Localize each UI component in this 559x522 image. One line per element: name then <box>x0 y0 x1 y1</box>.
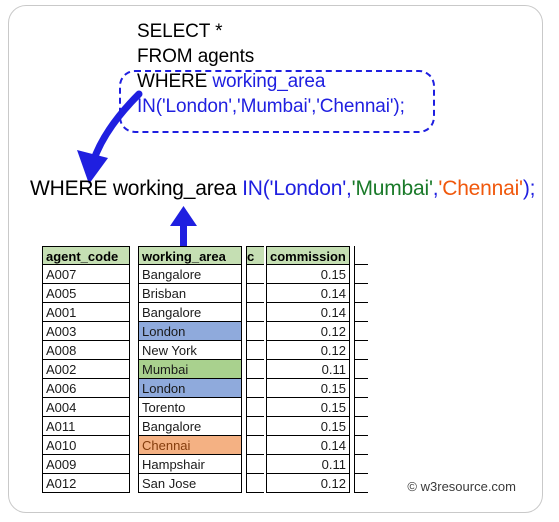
table-cell: Torento <box>138 398 242 417</box>
table-cell <box>354 322 368 341</box>
table-cell: A011 <box>42 417 130 436</box>
table-cell <box>246 379 264 398</box>
table-cell <box>246 265 264 284</box>
table-cell: 0.14 <box>266 436 350 455</box>
table-cell: 0.11 <box>266 360 350 379</box>
header-clipped: c <box>246 246 264 265</box>
column-clipped: c <box>246 246 264 493</box>
table-cell: 0.12 <box>266 322 350 341</box>
header-commission: commission <box>266 246 350 265</box>
sql-where-column: working_area <box>212 71 326 92</box>
table-cell: Bangalore <box>138 417 242 436</box>
column-commission: commission 0.15 0.14 0.14 0.12 0.12 0.11… <box>266 246 350 493</box>
table-cell <box>246 322 264 341</box>
table-cell: A007 <box>42 265 130 284</box>
table-cell <box>246 474 264 493</box>
copyright-footer: © w3resource.com <box>407 479 516 494</box>
table-cell-highlight-mumbai: Mumbai <box>138 360 242 379</box>
table-cell: 0.15 <box>266 265 350 284</box>
table-cell: 0.12 <box>266 341 350 360</box>
table-cell <box>354 284 368 303</box>
table-cell <box>246 455 264 474</box>
table-cell: A009 <box>42 455 130 474</box>
table-cell <box>354 436 368 455</box>
table-cell: 0.14 <box>266 284 350 303</box>
screenshot-root: SELECT * FROM agents WHERE working_area … <box>0 0 559 522</box>
table-cell: Bangalore <box>138 303 242 322</box>
table-cell: 0.11 <box>266 455 350 474</box>
sql-line-select: SELECT * <box>137 19 457 44</box>
table-cell: A008 <box>42 341 130 360</box>
table-cell: 0.15 <box>266 379 350 398</box>
table-cell: Bangalore <box>138 265 242 284</box>
column-working-area: working_area Bangalore Brisban Bangalore… <box>138 246 242 493</box>
table-cell: A005 <box>42 284 130 303</box>
table-cell: New York <box>138 341 242 360</box>
table-cell: 0.14 <box>266 303 350 322</box>
diagram-card: SELECT * FROM agents WHERE working_area … <box>8 5 543 513</box>
table-cell <box>246 341 264 360</box>
table-cell: A001 <box>42 303 130 322</box>
header-working-area: working_area <box>138 246 242 265</box>
table-cell <box>354 246 368 265</box>
table-cell: 0.15 <box>266 417 350 436</box>
sql-select-text: SELECT * <box>137 21 223 42</box>
table-cell: 0.15 <box>266 398 350 417</box>
table-cell <box>354 303 368 322</box>
table-cell: Brisban <box>138 284 242 303</box>
table-cell: 0.12 <box>266 474 350 493</box>
table-cell: A004 <box>42 398 130 417</box>
copyright-icon: © <box>407 479 417 494</box>
curved-down-arrow-icon <box>77 90 143 184</box>
table-cell <box>246 398 264 417</box>
table-cell-highlight-chennai: Chennai <box>138 436 242 455</box>
where-value-chennai: 'Chennai' <box>438 177 523 200</box>
table-cell <box>354 455 368 474</box>
up-arrow-icon <box>170 206 197 248</box>
table-cell <box>354 398 368 417</box>
table-cell <box>246 436 264 455</box>
column-agent-code: agent_code A007 A005 A001 A003 A008 A002… <box>42 246 130 493</box>
flattened-where-line: WHERE working_area IN('London','Mumbai',… <box>30 176 536 202</box>
table-cell <box>354 474 368 493</box>
where-operator-close: ); <box>522 177 536 200</box>
table-cell <box>354 379 368 398</box>
sql-from-text: FROM agents <box>137 46 255 67</box>
where-keyword: WHERE <box>30 177 108 200</box>
table-cell <box>354 341 368 360</box>
table-cell <box>354 265 368 284</box>
where-operator-open: IN( <box>242 177 270 200</box>
table-cell-highlight-london: London <box>138 379 242 398</box>
table-cell: A012 <box>42 474 130 493</box>
table-cell-highlight-london: London <box>138 322 242 341</box>
table-cell: A006 <box>42 379 130 398</box>
where-value-london: 'London' <box>269 177 347 200</box>
result-table: agent_code A007 A005 A001 A003 A008 A002… <box>42 246 462 514</box>
sql-line-from: FROM agents <box>137 44 457 69</box>
table-cell <box>246 360 264 379</box>
table-cell: San Jose <box>138 474 242 493</box>
table-cell: A002 <box>42 360 130 379</box>
header-agent-code: agent_code <box>42 246 130 265</box>
table-cell <box>246 303 264 322</box>
table-cell <box>246 417 264 436</box>
where-value-mumbai: 'Mumbai' <box>351 177 433 200</box>
table-cell <box>354 417 368 436</box>
table-cell <box>246 284 264 303</box>
table-cell: Hampshair <box>138 455 242 474</box>
where-column: working_area <box>112 177 237 200</box>
table-cell: A003 <box>42 322 130 341</box>
table-cell <box>354 360 368 379</box>
column-trailing-rule <box>354 246 368 493</box>
copyright-text: w3resource.com <box>420 479 516 494</box>
table-cell: A010 <box>42 436 130 455</box>
